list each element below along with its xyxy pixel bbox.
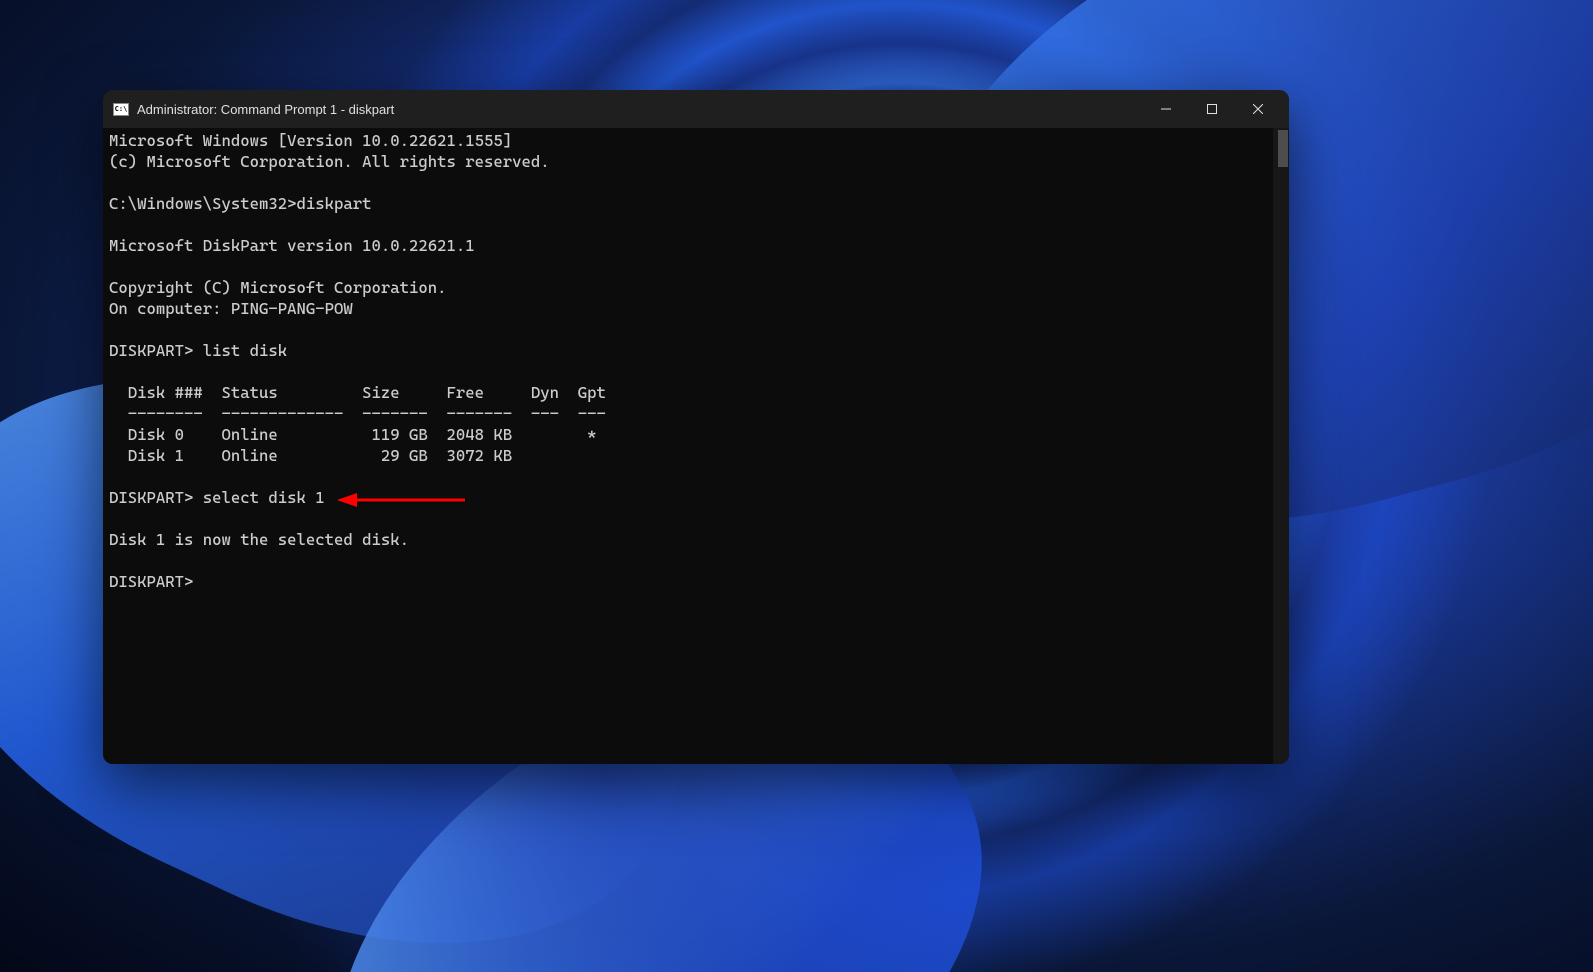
scrollbar-thumb[interactable] [1278, 130, 1288, 167]
output-line: Microsoft Windows [Version 10.0.22621.15… [109, 131, 512, 150]
terminal-output: Microsoft Windows [Version 10.0.22621.15… [109, 130, 1283, 592]
output-line: Copyright (C) Microsoft Corporation. [109, 278, 447, 297]
minimize-button[interactable] [1143, 93, 1189, 125]
command-prompt-window: C:\ Administrator: Command Prompt 1 - di… [103, 90, 1289, 764]
disk-table-row: Disk 1 Online 29 GB 3072 KB [109, 446, 512, 465]
cmd-icon: C:\ [113, 103, 129, 116]
output-line: (c) Microsoft Corporation. All rights re… [109, 152, 550, 171]
output-line: DISKPART> list disk [109, 341, 287, 360]
output-line: Disk 1 is now the selected disk. [109, 530, 409, 549]
output-line: On computer: PING-PANG-POW [109, 299, 353, 318]
scrollbar-track[interactable] [1273, 128, 1289, 764]
disk-table-header: Disk ### Status Size Free Dyn Gpt [109, 383, 606, 402]
output-line: DISKPART> select disk 1 [109, 488, 325, 507]
terminal-body[interactable]: Microsoft Windows [Version 10.0.22621.15… [103, 128, 1289, 764]
title-bar[interactable]: C:\ Administrator: Command Prompt 1 - di… [103, 90, 1289, 128]
disk-table-divider: -------- ------------- ------- ------- -… [109, 404, 606, 423]
window-controls [1143, 93, 1281, 125]
window-title: Administrator: Command Prompt 1 - diskpa… [137, 102, 1143, 117]
output-line: C:\Windows\System32>diskpart [109, 194, 372, 213]
prompt-line: DISKPART> [109, 572, 193, 591]
maximize-button[interactable] [1189, 93, 1235, 125]
output-line: Microsoft DiskPart version 10.0.22621.1 [109, 236, 475, 255]
disk-table-row: Disk 0 Online 119 GB 2048 KB * [109, 425, 597, 444]
close-button[interactable] [1235, 93, 1281, 125]
